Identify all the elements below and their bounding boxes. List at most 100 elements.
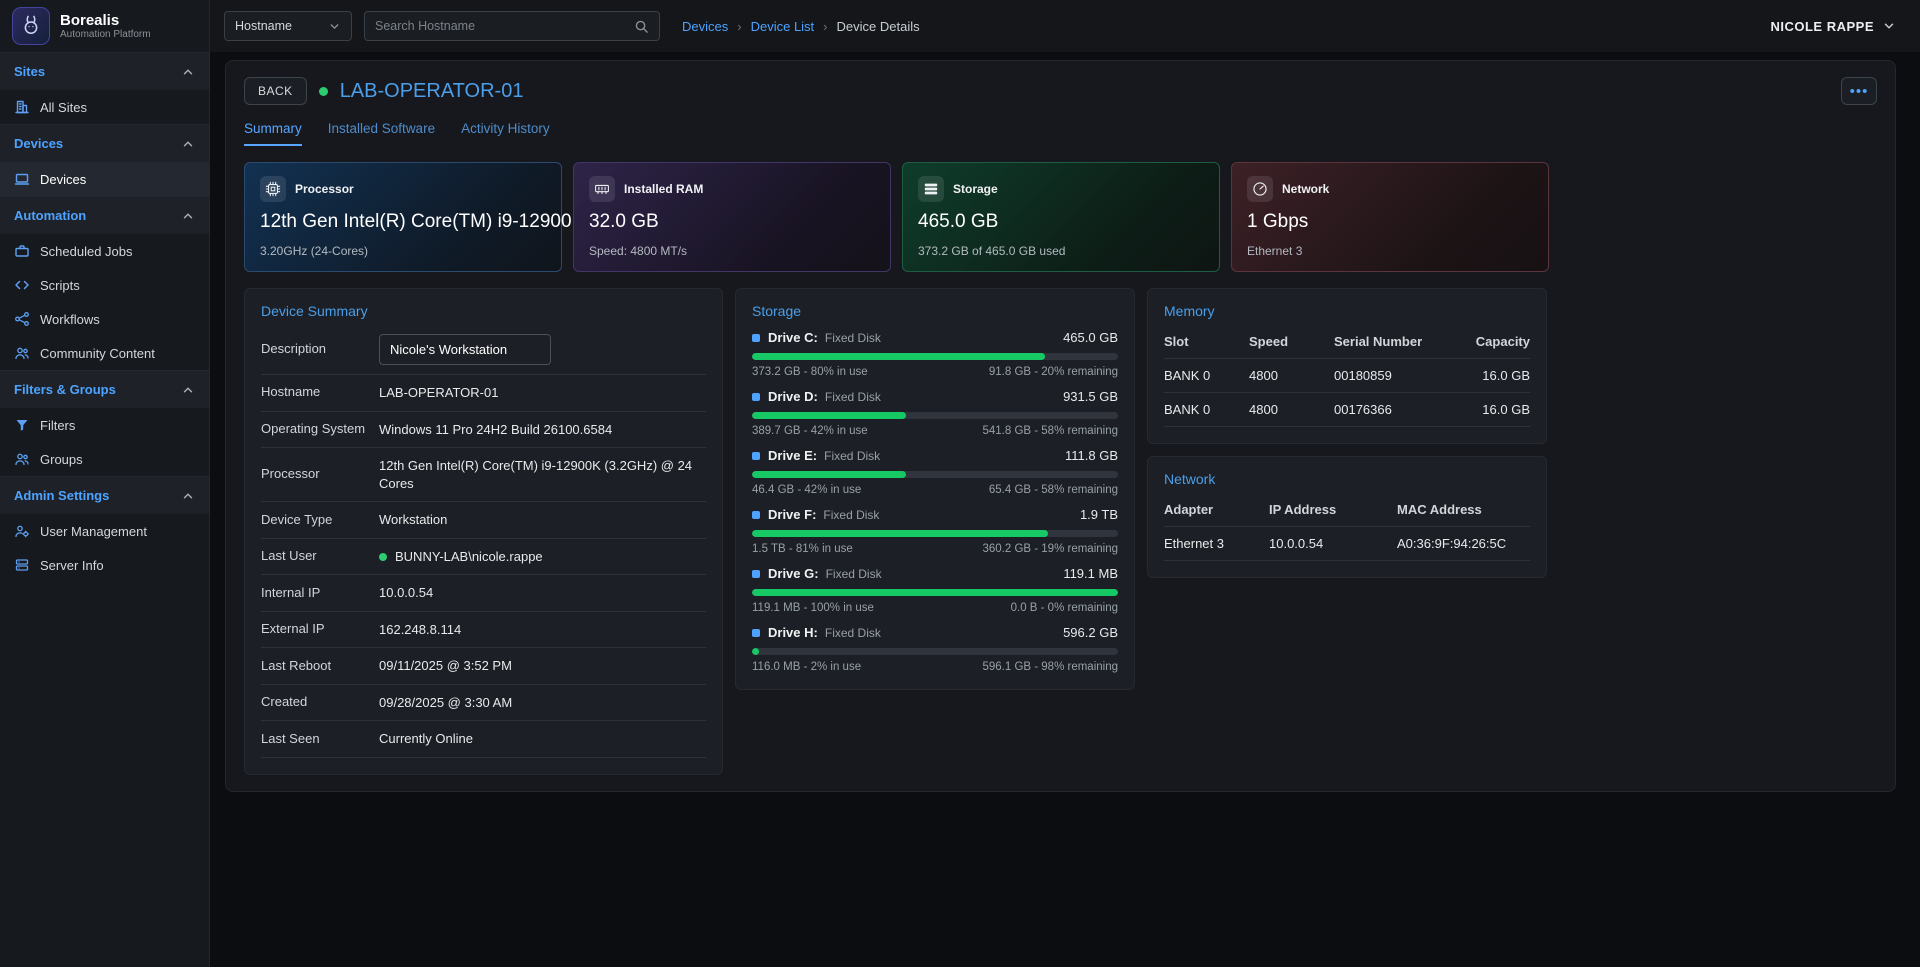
sidebar-item-server-info[interactable]: Server Info (0, 548, 209, 582)
user-menu[interactable]: NICOLE RAPPE (1770, 19, 1896, 34)
drive-size: 111.8 GB (1065, 448, 1118, 463)
summary-value: 162.248.8.114 (379, 621, 461, 639)
detail-columns: Device Summary Description Hostname LAB-… (244, 288, 1877, 775)
section-header-filters-groups[interactable]: Filters & Groups (0, 370, 209, 408)
sidebar-item-user-management[interactable]: User Management (0, 514, 209, 548)
stat-card-value: 465.0 GB (918, 211, 1204, 233)
summary-row-description: Description (261, 325, 706, 375)
chevron-down-icon (1882, 19, 1896, 33)
chevron-up-icon (181, 209, 195, 223)
sidebar-item-community-content[interactable]: Community Content (0, 336, 209, 370)
search-input[interactable] (375, 19, 634, 33)
description-input[interactable] (379, 334, 551, 365)
memory-capacity: 16.0 GB (1458, 368, 1530, 383)
sidebar-item-label: Community Content (40, 346, 155, 361)
drive-remaining: 360.2 GB - 19% remaining (982, 543, 1118, 555)
summary-value: 12th Gen Intel(R) Core(TM) i9-12900K (3.… (379, 457, 706, 492)
device-title: LAB-OPERATOR-01 (340, 80, 524, 103)
memory-table-row: BANK 0 4800 00180859 16.0 GB (1164, 359, 1530, 393)
breadcrumb-devices[interactable]: Devices (682, 19, 728, 34)
section-header-automation[interactable]: Automation (0, 196, 209, 234)
memory-serial: 00180859 (1334, 368, 1458, 383)
section-header-devices[interactable]: Devices (0, 124, 209, 162)
sidebar-item-label: Groups (40, 452, 83, 467)
drive-usage-fill (752, 648, 759, 655)
drive-usage-fill (752, 589, 1118, 596)
sidebar-item-scheduled-jobs[interactable]: Scheduled Jobs (0, 234, 209, 268)
summary-label: Device Type (261, 512, 379, 529)
drive-remaining: 91.8 GB - 20% remaining (989, 366, 1118, 378)
sidebar-item-devices[interactable]: Devices (0, 162, 209, 196)
drive-icon (752, 334, 760, 342)
stat-card-caption: 3.20GHz (24-Cores) (260, 244, 546, 258)
search-icon[interactable] (634, 19, 649, 34)
storage-panel: Storage Drive C: Fixed Disk 465.0 GB 373… (735, 288, 1135, 690)
stat-card-value: 12th Gen Intel(R) Core(TM) i9-12900K (260, 211, 546, 233)
summary-value: Workstation (379, 511, 447, 529)
summary-label: Description (261, 341, 379, 358)
search-field-selector[interactable]: Hostname (224, 11, 352, 41)
drive-size: 596.2 GB (1063, 625, 1118, 640)
drive-used: 1.5 TB - 81% in use (752, 543, 853, 555)
sidebar-item-label: Filters (40, 418, 75, 433)
section-header-sites[interactable]: Sites (0, 52, 209, 90)
memory-table-header: Slot Speed Serial Number Capacity (1164, 325, 1530, 359)
sidebar-item-label: Devices (40, 172, 86, 187)
drive-size: 119.1 MB (1063, 566, 1118, 581)
back-button[interactable]: BACK (244, 77, 307, 105)
more-options-button[interactable]: ••• (1841, 77, 1877, 105)
summary-value: 09/11/2025 @ 3:52 PM (379, 657, 512, 675)
memory-table-row: BANK 0 4800 00176366 16.0 GB (1164, 393, 1530, 427)
drive-remaining: 0.0 B - 0% remaining (1011, 602, 1118, 614)
drive-remaining: 541.8 GB - 58% remaining (982, 425, 1118, 437)
groups-icon (14, 451, 30, 467)
app-root: Borealis Automation Platform Sites All S… (0, 0, 1920, 967)
drive-name: Drive G: (768, 566, 819, 581)
stat-card-network: Network 1 Gbps Ethernet 3 (1231, 162, 1549, 272)
user-management-icon (14, 523, 30, 539)
drive-row-e: Drive E: Fixed Disk 111.8 GB 46.4 GB - 4… (752, 448, 1118, 496)
network-panel-title: Network (1164, 471, 1530, 487)
sidebar-item-workflows[interactable]: Workflows (0, 302, 209, 336)
tab-installed-software[interactable]: Installed Software (328, 121, 435, 146)
drive-type: Fixed Disk (825, 331, 881, 345)
logo-subtitle: Automation Platform (60, 29, 151, 40)
column-header: Serial Number (1334, 334, 1458, 349)
chevron-up-icon (181, 65, 195, 79)
sidebar-item-label: Server Info (40, 558, 104, 573)
tab-activity-history[interactable]: Activity History (461, 121, 550, 146)
stat-card-processor: Processor 12th Gen Intel(R) Core(TM) i9-… (244, 162, 562, 272)
stat-card-label: Storage (953, 182, 998, 196)
section-header-admin-settings[interactable]: Admin Settings (0, 476, 209, 514)
breadcrumb-device-list[interactable]: Device List (751, 19, 815, 34)
sidebar-item-filters[interactable]: Filters (0, 408, 209, 442)
summary-row: Processor 12th Gen Intel(R) Core(TM) i9-… (261, 448, 706, 502)
drive-size: 931.5 GB (1063, 389, 1118, 404)
search-field-selector-value: Hostname (235, 19, 292, 33)
summary-value: Windows 11 Pro 24H2 Build 26100.6584 (379, 421, 612, 439)
drive-type: Fixed Disk (825, 626, 881, 640)
logo: Borealis Automation Platform (0, 0, 209, 52)
stat-card-value: 1 Gbps (1247, 211, 1533, 233)
drive-name: Drive H: (768, 625, 818, 640)
section-label: Automation (14, 208, 86, 223)
summary-label: External IP (261, 621, 379, 638)
community-content-icon (14, 345, 30, 361)
drive-icon (752, 629, 760, 637)
tab-summary[interactable]: Summary (244, 121, 302, 146)
drive-used: 46.4 GB - 42% in use (752, 484, 861, 496)
stat-card-installed-ram: Installed RAM 32.0 GB Speed: 4800 MT/s (573, 162, 891, 272)
drive-used: 389.7 GB - 42% in use (752, 425, 868, 437)
drive-icon (752, 570, 760, 578)
network-table-header: Adapter IP Address MAC Address (1164, 493, 1530, 527)
sidebar-item-groups[interactable]: Groups (0, 442, 209, 476)
chevron-down-icon (328, 20, 341, 33)
stat-cards: Processor 12th Gen Intel(R) Core(TM) i9-… (244, 162, 1877, 272)
device-summary-panel: Device Summary Description Hostname LAB-… (244, 288, 723, 775)
summary-label: Last Seen (261, 731, 379, 748)
sidebar-item-all-sites[interactable]: All Sites (0, 90, 209, 124)
sidebar-item-scripts[interactable]: Scripts (0, 268, 209, 302)
drive-usage-bar (752, 412, 1118, 419)
column-header: Speed (1249, 334, 1334, 349)
storage-icon (918, 176, 944, 202)
